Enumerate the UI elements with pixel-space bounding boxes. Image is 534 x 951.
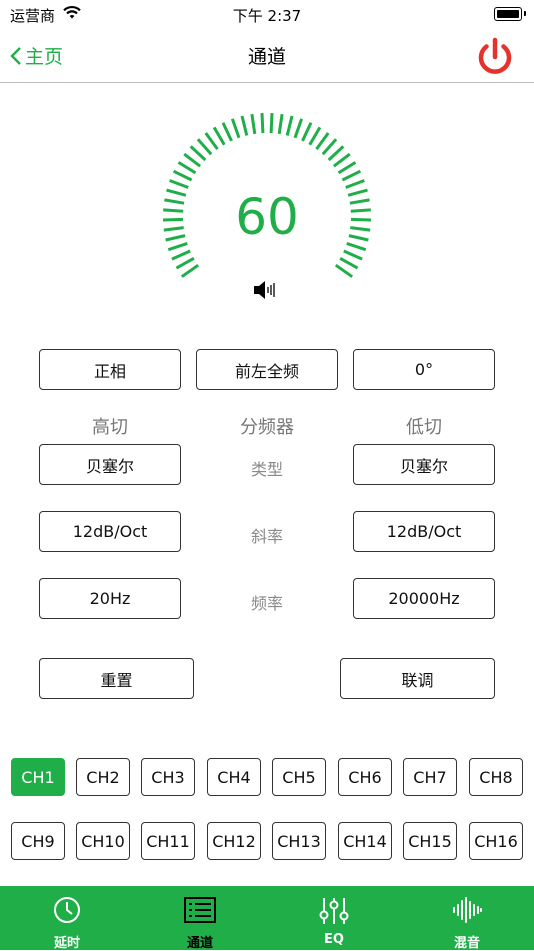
channel-button-ch5[interactable]: CH5: [272, 758, 326, 796]
waveform-icon: [453, 897, 482, 923]
dial-tick: [293, 118, 304, 139]
speaker-icon[interactable]: [252, 280, 280, 300]
nav-bar: 通道 主页: [0, 28, 534, 83]
channel-button-ch3[interactable]: CH3: [141, 758, 195, 796]
low-cut-frequency-button[interactable]: 20000Hz: [353, 578, 495, 619]
tab-label: 通道: [186, 936, 213, 951]
dial-tick: [332, 152, 351, 168]
high-cut-label: 高切: [92, 417, 128, 438]
dial-tick: [175, 256, 195, 270]
high-cut-slope-button[interactable]: 12dB/Oct: [39, 511, 181, 552]
back-button[interactable]: 主页: [10, 42, 63, 69]
channel-button-ch8[interactable]: CH8: [469, 758, 523, 796]
status-bar: 运营商 下午 2:37: [0, 0, 534, 28]
dial-tick: [345, 179, 365, 189]
dial-tick: [308, 126, 322, 146]
channel-button-ch12[interactable]: CH12: [207, 822, 261, 860]
dial-tick: [183, 152, 202, 168]
tab-label: EQ: [324, 932, 344, 947]
dial-tick: [172, 169, 193, 182]
phase-button[interactable]: 正相: [39, 349, 181, 390]
type-label: 类型: [250, 460, 283, 479]
status-time: 下午 2:37: [232, 7, 302, 25]
dial-tick: [171, 249, 191, 261]
angle-button[interactable]: 0°: [353, 349, 495, 390]
dial-tick: [285, 115, 294, 136]
dial-tick: [230, 118, 241, 139]
high-cut-type-button[interactable]: 贝塞尔: [39, 444, 181, 485]
dial-tick: [301, 122, 313, 142]
power-icon[interactable]: [472, 34, 518, 80]
channel-button-ch9[interactable]: CH9: [11, 822, 65, 860]
channel-button-ch15[interactable]: CH15: [403, 822, 457, 860]
dial-tick: [269, 113, 274, 134]
tab-channel[interactable]: 通道: [133, 886, 267, 951]
dial-tick: [204, 132, 219, 150]
dial-tick: [196, 138, 213, 156]
dial-tick: [334, 263, 354, 278]
channel-button-ch7[interactable]: CH7: [403, 758, 457, 796]
dial-tick: [180, 263, 200, 278]
dial-tick: [337, 161, 357, 175]
slope-label: 斜率: [250, 527, 283, 546]
high-cut-frequency-button[interactable]: 20Hz: [39, 578, 181, 619]
tab-mix[interactable]: 混音: [400, 886, 534, 951]
dial-tick: [321, 138, 338, 156]
channel-button-ch14[interactable]: CH14: [338, 822, 392, 860]
clock-icon: [54, 897, 80, 923]
dial-tick: [341, 169, 362, 182]
tab-label: 混音: [453, 936, 480, 951]
low-cut-slope-button[interactable]: 12dB/Oct: [353, 511, 495, 552]
channel-button-ch13[interactable]: CH13: [272, 822, 326, 860]
back-label: 主页: [25, 46, 64, 68]
dial-tick: [327, 145, 345, 162]
channel-name-button[interactable]: 前左全频: [196, 349, 338, 390]
volume-value: 60: [235, 188, 299, 246]
dial-tick: [240, 115, 249, 136]
dial-tick: [260, 113, 265, 134]
sliders-icon: [319, 898, 349, 924]
list-icon: [184, 897, 216, 923]
low-cut-label: 低切: [406, 417, 442, 438]
tab-eq[interactable]: EQ: [267, 886, 401, 950]
channel-button-ch10[interactable]: CH10: [76, 822, 130, 860]
tab-delay[interactable]: 延时: [0, 886, 134, 951]
dial-tick: [315, 132, 330, 150]
low-cut-type-button[interactable]: 贝塞尔: [353, 444, 495, 485]
page-title: 通道: [247, 46, 286, 68]
dial-tick: [277, 113, 284, 135]
channel-button-ch6[interactable]: CH6: [338, 758, 392, 796]
crossover-title: 分频器: [240, 417, 294, 438]
dial-tick: [169, 179, 189, 189]
dial-tick: [189, 145, 207, 162]
tab-label: 延时: [53, 936, 80, 951]
dial-tick: [212, 126, 226, 146]
dial-tick: [221, 122, 233, 142]
reset-button[interactable]: 重置: [39, 658, 194, 699]
battery-icon: [494, 7, 526, 21]
channel-button-ch4[interactable]: CH4: [207, 758, 261, 796]
dial-tick: [250, 113, 257, 135]
channel-button-ch2[interactable]: CH2: [76, 758, 130, 796]
channel-button-ch16[interactable]: CH16: [469, 822, 523, 860]
dial-tick: [343, 249, 363, 261]
frequency-label: 频率: [250, 594, 283, 613]
dial-tick: [177, 161, 197, 175]
channel-button-ch11[interactable]: CH11: [141, 822, 195, 860]
dial-tick: [339, 256, 359, 270]
link-button[interactable]: 联调: [340, 658, 495, 699]
chevron-left-icon: [10, 46, 21, 65]
tab-bar: 延时 通道 EQ 混音: [0, 886, 534, 951]
channel-button-ch1[interactable]: CH1: [11, 758, 65, 796]
